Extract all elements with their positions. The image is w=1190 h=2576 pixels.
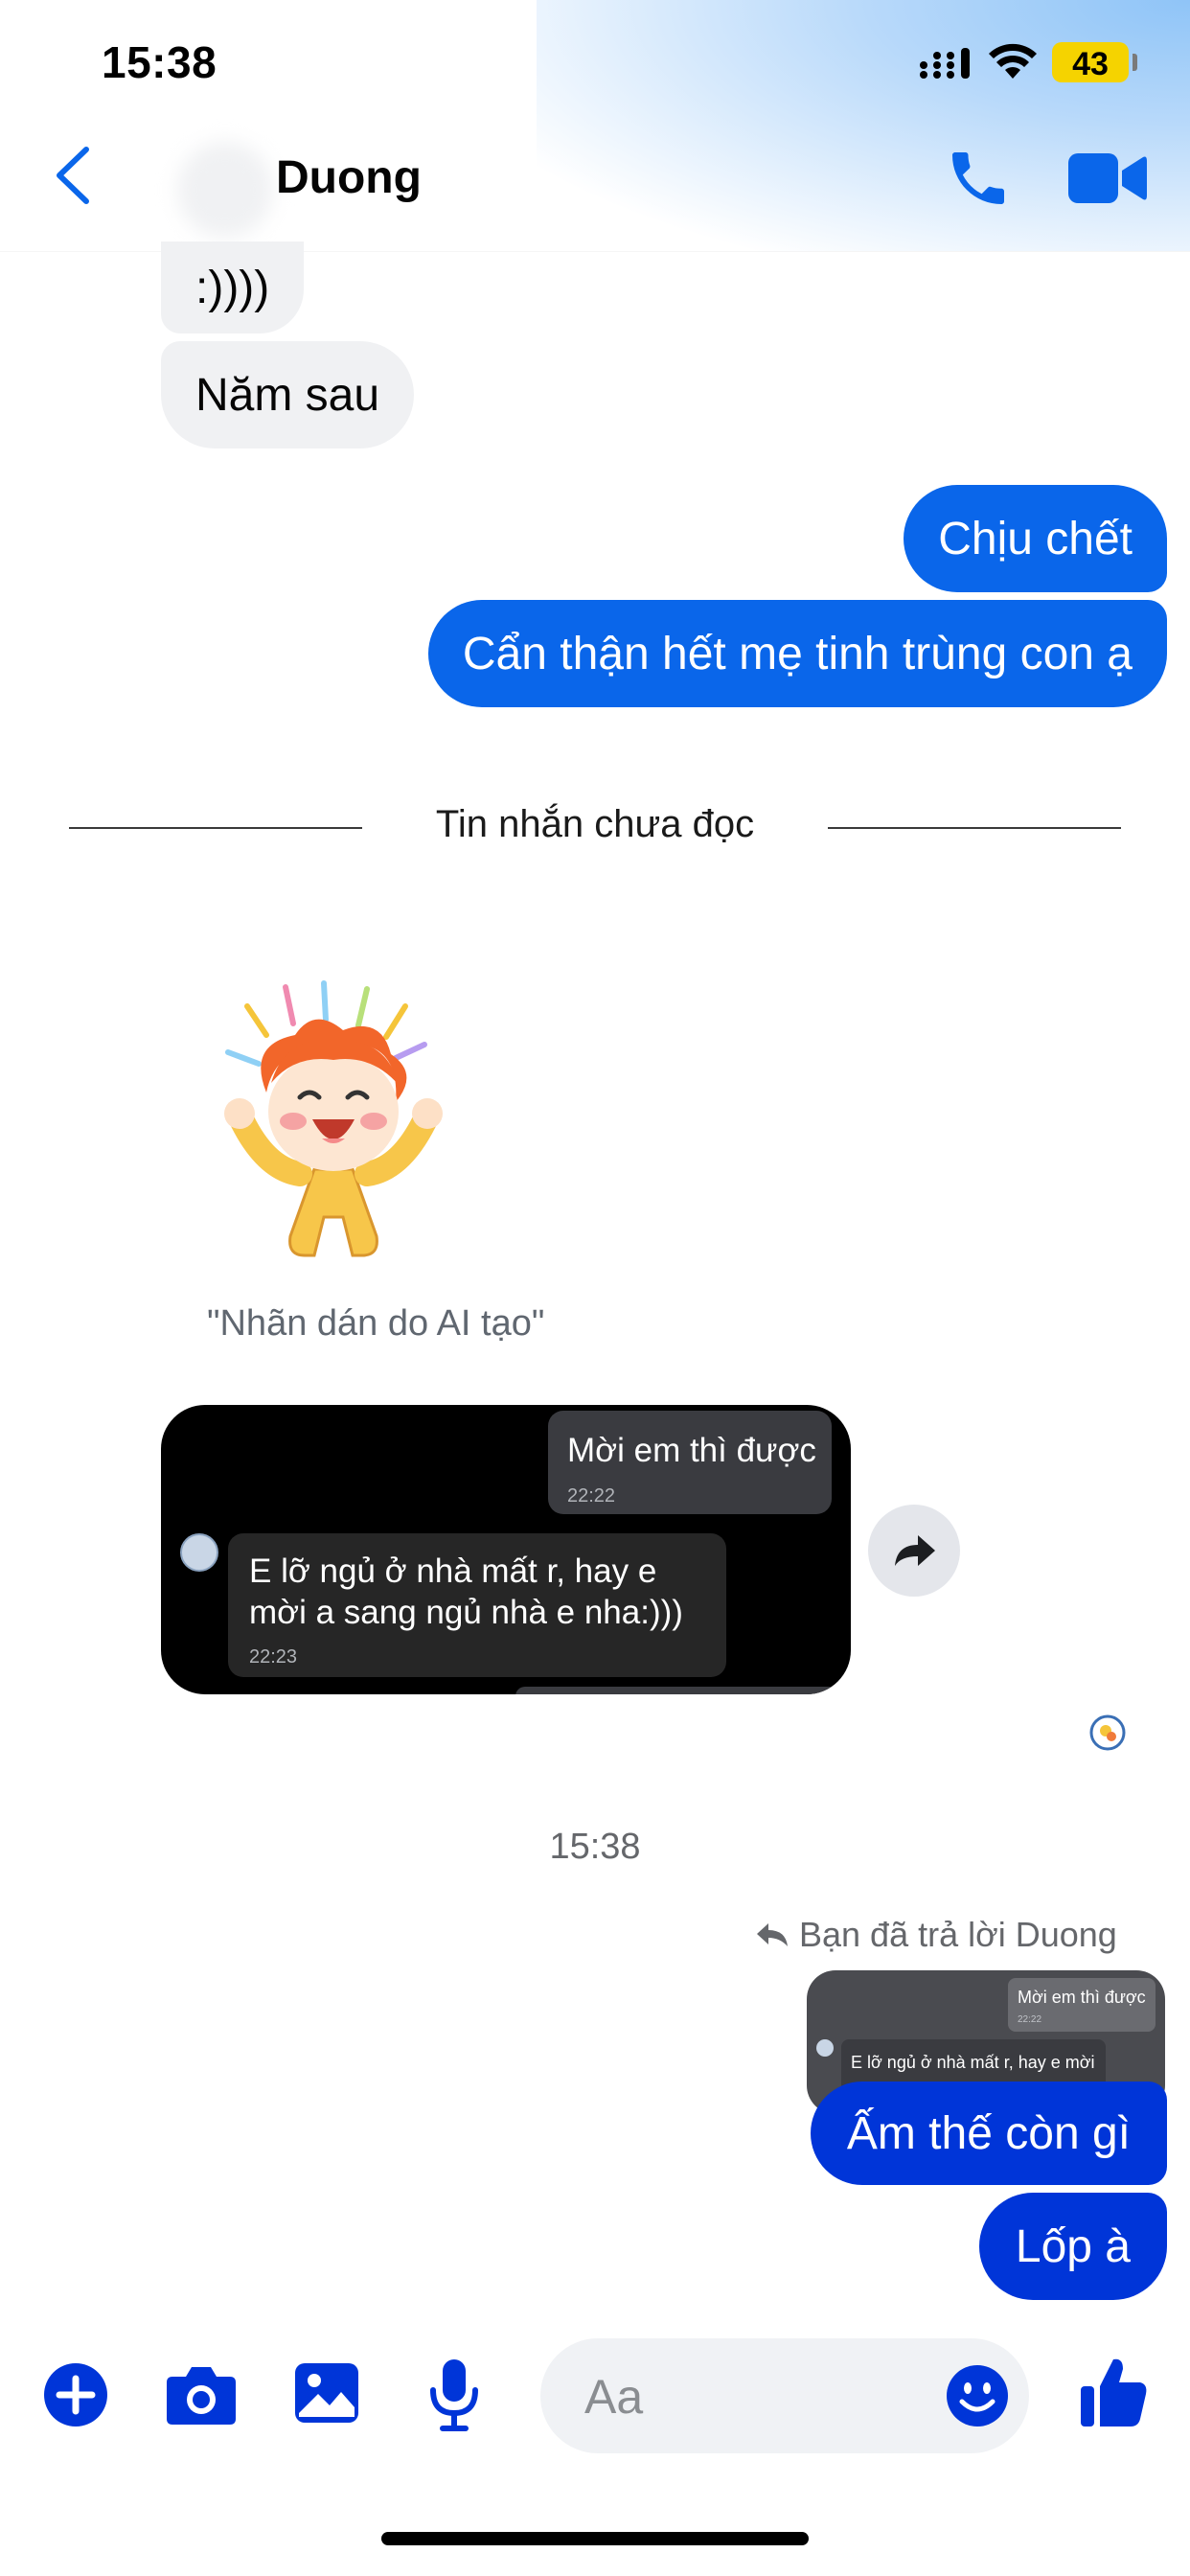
contact-avatar[interactable]	[177, 142, 273, 238]
conversation-timestamp: 15:38	[549, 1827, 641, 1867]
incoming-message-bubble[interactable]: Năm sau	[161, 341, 415, 448]
message-text: Năm sau	[195, 369, 380, 421]
contact-name[interactable]: Duong	[276, 151, 422, 204]
wifi-icon	[989, 43, 1037, 79]
ai-sticker-image[interactable]	[209, 978, 458, 1265]
screenshot-avatar	[180, 1533, 218, 1572]
home-indicator	[381, 2532, 809, 2545]
forward-button[interactable]	[868, 1505, 960, 1597]
message-text: Chịu chết	[938, 513, 1133, 564]
message-input[interactable]	[583, 2338, 931, 2455]
reply-preview-text: Mời em thì được	[1018, 1988, 1146, 2007]
shared-screenshot-card[interactable]: Mời em thì được 22:22 E lỡ ngủ ở nhà mất…	[161, 1405, 851, 1694]
screenshot-message-text: E lỡ ngủ ở nhà mất r, hay e mời a sang n…	[249, 1552, 683, 1631]
reply-preview-time: 22:22	[1018, 2014, 1042, 2025]
gallery-icon[interactable]	[293, 2361, 360, 2425]
unread-messages-divider: Tin nhắn chưa đọc	[435, 803, 755, 845]
battery-indicator: 43	[1052, 42, 1129, 82]
camera-icon[interactable]	[165, 2363, 238, 2426]
reply-arrow-icon	[757, 1923, 788, 1946]
message-text: Lốp à	[1015, 2220, 1131, 2272]
seen-avatar-icon	[1089, 1714, 1126, 1751]
message-text: Ấm thế còn gì	[846, 2107, 1131, 2159]
phone-icon[interactable]	[944, 144, 1013, 213]
screenshot-message-time: 22:22	[567, 1485, 616, 1506]
reply-preview-outgoing: Mời em thì được 22:22	[1008, 1978, 1156, 2032]
video-camera-icon[interactable]	[1068, 150, 1147, 207]
cellular-signal-icon	[920, 48, 970, 79]
emoji-icon[interactable]	[945, 2363, 1010, 2428]
message-text: Cẩn thận hết mẹ tinh trùng con ạ	[462, 628, 1133, 679]
battery-tip	[1133, 54, 1137, 71]
forward-arrow-icon	[895, 1535, 935, 1566]
screenshot-next-bubble	[515, 1687, 841, 1694]
outgoing-message-bubble[interactable]: Chịu chết	[904, 485, 1167, 592]
screenshot-message-text: Mời em thì được	[567, 1432, 816, 1469]
screenshot-outgoing-bubble: Mời em thì được 22:22	[548, 1411, 832, 1514]
header-gradient	[537, 0, 1190, 251]
outgoing-message-bubble[interactable]: Cẩn thận hết mẹ tinh trùng con ạ	[427, 600, 1167, 707]
sticker-caption: "Nhãn dán do AI tạo"	[207, 1303, 545, 1344]
battery-level: 43	[1072, 46, 1109, 82]
outgoing-message-bubble[interactable]: Lốp à	[978, 2193, 1167, 2300]
status-time: 15:38	[102, 37, 217, 87]
reply-indicator-text: Bạn đã trả lời Duong	[799, 1915, 1117, 1954]
screenshot-message-time: 22:23	[249, 1646, 298, 1668]
plus-icon[interactable]	[42, 2361, 109, 2428]
incoming-message-bubble[interactable]: :))))	[161, 242, 305, 334]
message-input-container[interactable]	[540, 2338, 1029, 2455]
reply-indicator: Bạn đã trả lời Duong	[755, 1915, 1117, 1955]
thumbs-up-icon[interactable]	[1079, 2356, 1148, 2428]
microphone-icon[interactable]	[427, 2358, 481, 2432]
outgoing-message-bubble[interactable]: Ấm thế còn gì	[810, 2082, 1167, 2185]
back-chevron-icon[interactable]	[50, 144, 94, 207]
message-text: :))))	[195, 262, 270, 313]
screenshot-incoming-bubble: E lỡ ngủ ở nhà mất r, hay e mời a sang n…	[228, 1533, 726, 1677]
reply-preview-text: E lỡ ngủ ở nhà mất r, hay e mời	[851, 2053, 1095, 2072]
reply-preview-avatar	[816, 2039, 834, 2057]
